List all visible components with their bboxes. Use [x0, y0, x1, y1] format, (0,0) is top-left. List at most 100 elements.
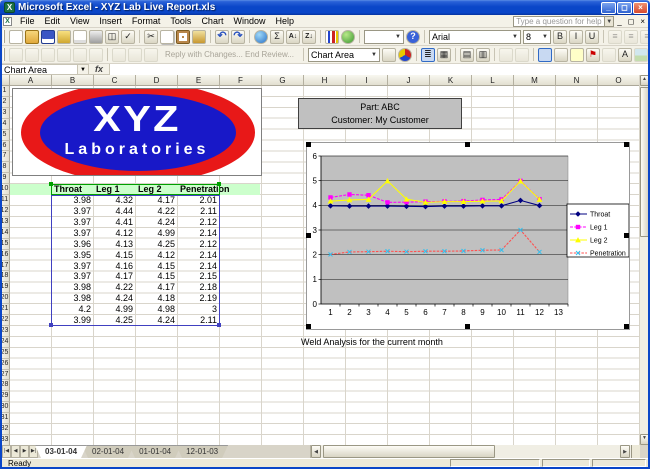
table-cell[interactable]: 4.12 [136, 250, 175, 261]
horizontal-scroll-thumb[interactable] [323, 445, 495, 458]
table-cell[interactable]: 4.15 [136, 261, 175, 272]
menu-edit[interactable]: Edit [40, 15, 66, 27]
table-cell[interactable]: 2.15 [178, 271, 217, 282]
format-chart-area-icon[interactable] [381, 47, 396, 62]
font-size-dropdown-icon[interactable]: ▼ [539, 34, 548, 40]
sheet-tab-02-01-04[interactable]: 02-01-04 [82, 445, 134, 458]
print-icon[interactable] [89, 29, 103, 44]
font-name-combobox[interactable]: Arial ▼ [429, 29, 521, 44]
tab-prev-button[interactable]: ◀ [11, 445, 20, 458]
menu-view[interactable]: View [65, 15, 94, 27]
chart-svg[interactable]: 01234561 2 3 4 5 6 7 8 9 10 11 12 13ThroatLeg 1Leg 2… [307, 143, 630, 329]
table-cell[interactable]: 2.01 [178, 195, 217, 206]
table-cell[interactable]: 4.41 [94, 217, 133, 228]
sheet-tab-12-01-03[interactable]: 12-01-03 [176, 445, 228, 458]
redo-icon[interactable]: ↷ [231, 29, 245, 44]
menu-file[interactable]: File [15, 15, 40, 27]
title-bar[interactable]: X Microsoft Excel - XYZ Lab Live Report.… [0, 0, 650, 15]
by-row-icon[interactable]: ▤ [459, 47, 474, 62]
chart-type-icon[interactable] [397, 47, 412, 62]
table-cell[interactable]: 3.98 [52, 282, 91, 293]
table-cell[interactable]: 2.11 [178, 315, 217, 326]
toolbar-grip[interactable] [3, 48, 5, 61]
chart-object[interactable]: 0 1 2 3 4 5 6 1 2 3 4 5 6 7 8 9 10 11 12 13 Throat Leg 1 Leg 2… [306, 142, 630, 330]
format-picture-icon[interactable] [553, 47, 568, 62]
chart-selection-handle[interactable] [624, 142, 629, 147]
range-handle[interactable] [217, 323, 221, 327]
table-cell[interactable]: 3.97 [52, 261, 91, 272]
cut-icon[interactable]: ✂ [144, 29, 158, 44]
column-header-F[interactable]: F [220, 75, 262, 86]
column-header-C[interactable]: C [94, 75, 136, 86]
menu-format[interactable]: Format [127, 15, 166, 27]
table-cell[interactable]: 4.98 [136, 304, 175, 315]
table-cell[interactable]: 2.14 [178, 228, 217, 239]
table-cell[interactable]: 4.25 [94, 315, 133, 326]
format-painter-icon[interactable] [192, 29, 206, 44]
table-cell[interactable]: 4.22 [94, 282, 133, 293]
copy-icon[interactable] [160, 29, 174, 44]
legend-icon[interactable]: ≣ [420, 47, 435, 62]
sheet-tab-03-01-04[interactable]: 03-01-04 [35, 445, 87, 458]
range-handle[interactable] [49, 323, 53, 327]
horizontal-scrollbar[interactable]: ◀ ▶ [310, 445, 640, 458]
font-size-combobox[interactable]: 8 ▼ [523, 29, 551, 44]
underline-icon[interactable]: U [585, 29, 599, 44]
table-cell[interactable]: 3.98 [52, 293, 91, 304]
formula-input[interactable] [109, 63, 650, 75]
close-button[interactable]: × [633, 1, 648, 14]
workbook-restore-icon[interactable]: ◻ [625, 16, 638, 27]
table-cell[interactable]: 3.97 [52, 228, 91, 239]
table-cell[interactable]: 3.97 [52, 271, 91, 282]
help-icon[interactable]: ? [406, 29, 420, 44]
table-cell[interactable]: 4.15 [136, 271, 175, 282]
table-cell[interactable]: 4.24 [136, 315, 175, 326]
chart-selection-handle[interactable] [306, 324, 311, 329]
chart-object-dropdown-icon[interactable]: ▼ [368, 52, 377, 58]
table-cell[interactable]: 4.18 [136, 293, 175, 304]
table-cell[interactable]: 4.12 [94, 228, 133, 239]
table-cell[interactable]: 4.17 [136, 195, 175, 206]
column-header-B[interactable]: B [52, 75, 94, 86]
font-name-dropdown-icon[interactable]: ▼ [509, 34, 518, 40]
chart-selection-handle[interactable] [465, 324, 470, 329]
table-cell[interactable]: 3.97 [52, 206, 91, 217]
question-help-dropdown-icon[interactable]: ▼ [605, 15, 615, 27]
column-header-K[interactable]: K [430, 75, 472, 86]
flag-icon[interactable]: ⚑ [585, 47, 600, 62]
table-cell[interactable]: 3.99 [52, 315, 91, 326]
chart-selection-handle[interactable] [465, 142, 470, 147]
column-header-E[interactable]: E [178, 75, 220, 86]
sheet-grid[interactable]: XYZ Laboratories Throat Leg 1 Leg 2 Penetra… [10, 86, 640, 446]
autosum-icon[interactable]: Σ [270, 29, 284, 44]
zoom-dropdown-icon[interactable]: ▼ [392, 34, 401, 40]
column-header-A[interactable]: A [10, 75, 52, 86]
table-cell[interactable]: 4.25 [136, 239, 175, 250]
chart-objects-combobox[interactable]: Chart Area ▼ [307, 47, 380, 62]
column-header-L[interactable]: L [472, 75, 514, 86]
chart-selection-handle[interactable] [624, 233, 629, 238]
chart-selection-handle[interactable] [624, 324, 629, 329]
table-cell[interactable]: 4.24 [94, 293, 133, 304]
company-logo[interactable]: XYZ Laboratories [12, 88, 262, 176]
drawing-icon[interactable] [341, 29, 355, 44]
menu-window[interactable]: Window [228, 15, 270, 27]
chart-selection-handle[interactable] [306, 233, 311, 238]
permission-icon[interactable] [57, 29, 71, 44]
table-cell[interactable]: 4.99 [94, 304, 133, 315]
zoom-combobox[interactable]: ▼ [364, 29, 404, 44]
workbook-minimize-icon[interactable]: _ [614, 16, 624, 27]
save-icon[interactable] [41, 29, 55, 44]
table-cell[interactable]: 2.19 [178, 293, 217, 304]
column-header-G[interactable]: G [262, 75, 304, 86]
table-cell[interactable]: 3.96 [52, 239, 91, 250]
table-cell[interactable]: 4.32 [94, 195, 133, 206]
table-cell[interactable]: 4.15 [94, 250, 133, 261]
column-header-N[interactable]: N [556, 75, 598, 86]
table-cell[interactable]: 4.2 [52, 304, 91, 315]
workbook-close-icon[interactable]: × [637, 16, 648, 27]
paste-icon[interactable] [176, 29, 190, 44]
table-cell[interactable]: 4.24 [136, 217, 175, 228]
table-cell[interactable]: 4.17 [136, 282, 175, 293]
table-cell[interactable]: 2.14 [178, 261, 217, 272]
